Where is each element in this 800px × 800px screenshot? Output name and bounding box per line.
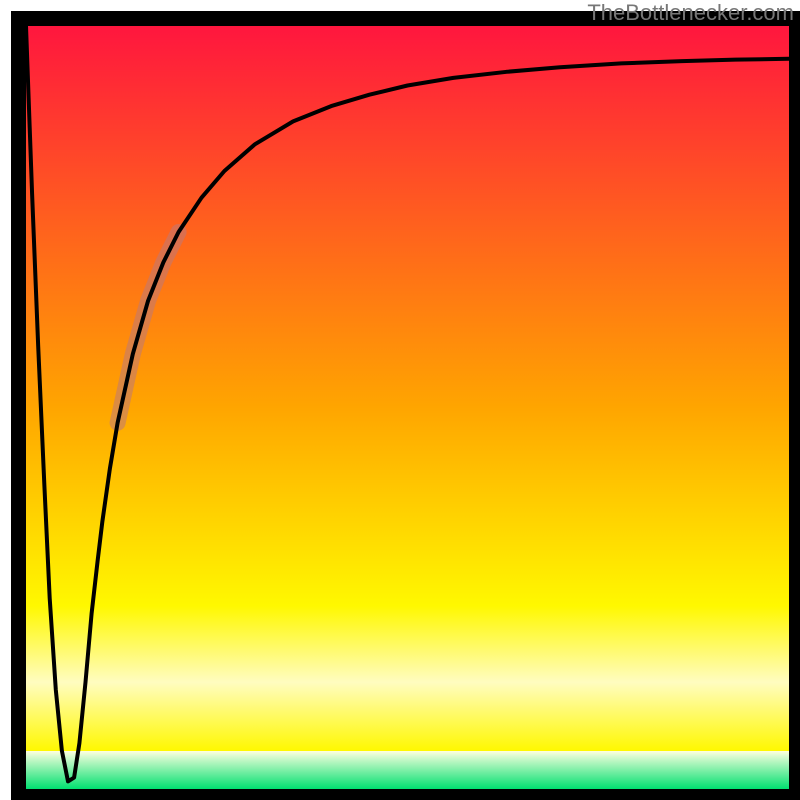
chart-container: { "attribution": "TheBottlenecker.com", …: [0, 0, 800, 800]
plot-background: [26, 26, 789, 789]
chart-svg: [0, 0, 800, 800]
attribution-text: TheBottlenecker.com: [587, 0, 794, 26]
